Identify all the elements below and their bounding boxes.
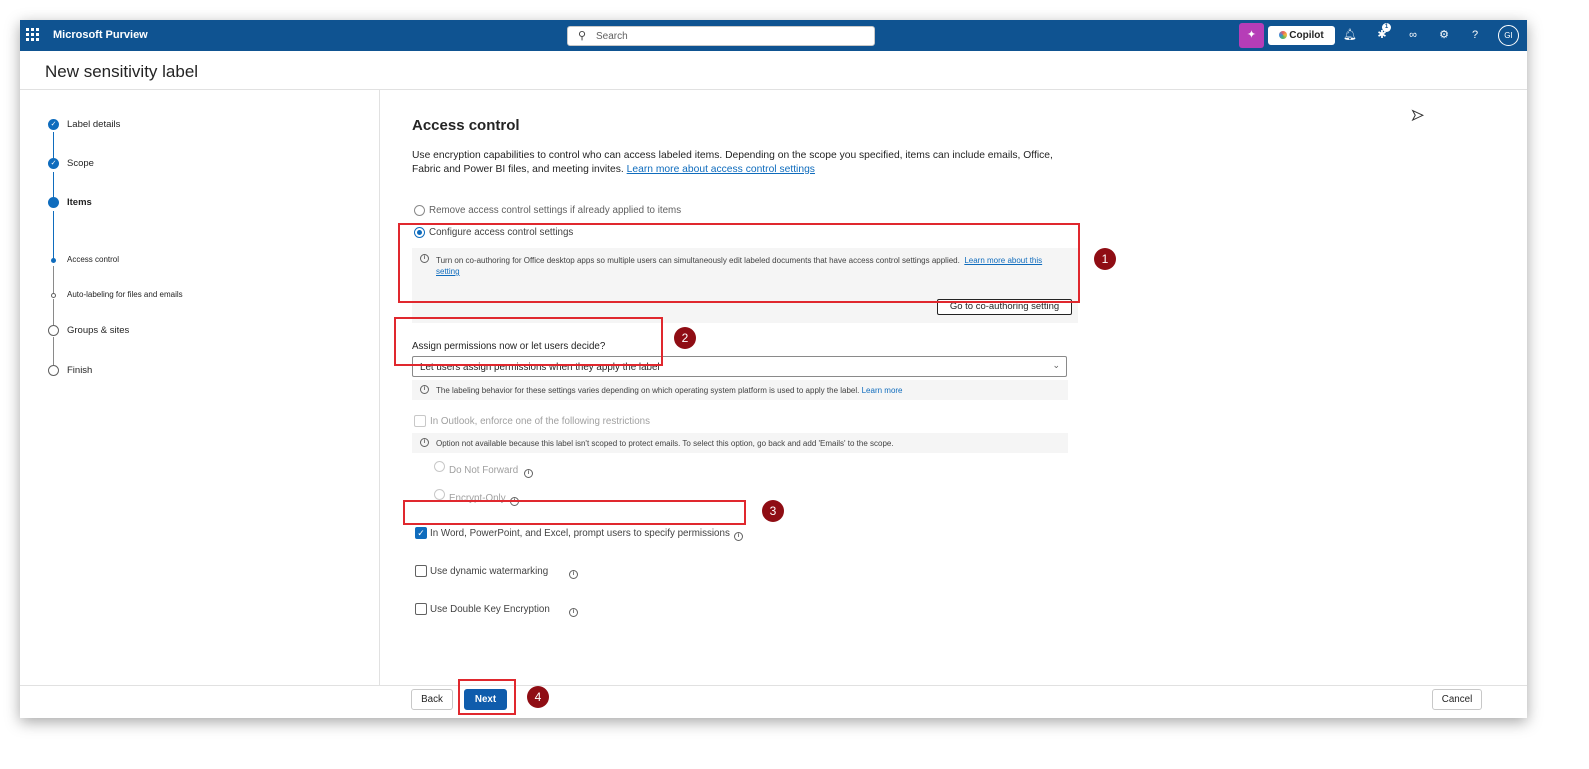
pending-step-dot [48,365,59,376]
security-copilot-icon[interactable]: ✦ [1239,23,1264,48]
step-label: Groups & sites [67,325,130,336]
pending-step-dot [48,325,59,336]
step-connector [53,132,54,160]
prompt-users-label: In Word, PowerPoint, and Excel, prompt u… [430,528,730,539]
dynamic-watermarking-label: Use dynamic watermarking [430,566,549,577]
step-connector [53,266,54,295]
step-label: Access control [67,255,120,264]
current-step-dot [48,197,59,208]
checkmark-icon: ✓ [48,158,59,169]
highlight-box-4 [458,679,516,715]
learn-more-platform-link[interactable]: Learn more [862,386,903,395]
outlook-info-text: Option not available because this label … [436,439,894,448]
announcements-icon[interactable]: ✱ 1 [1374,23,1391,43]
app-window: Microsoft Purview ⚲ Search ✦ Copilot 🔔︎ … [20,20,1527,718]
highlight-box-3 [403,500,746,525]
prompt-users-checkbox[interactable]: ✓ [415,527,427,539]
info-icon[interactable]: i [569,604,578,622]
back-button[interactable]: Back [411,689,453,710]
double-key-encryption-label: Use Double Key Encryption [430,604,550,615]
info-icon: i [420,438,429,448]
step-label: Finish [67,365,93,376]
app-launcher-icon[interactable] [26,28,39,41]
current-substep-dot [51,258,56,263]
search-input[interactable]: ⚲ Search [567,26,875,46]
cancel-button[interactable]: Cancel [1432,689,1482,710]
bell-icon[interactable]: 🔔︎ [1342,27,1358,43]
info-icon[interactable]: i [734,528,743,546]
search-placeholder: Search [596,31,628,42]
checkmark-icon: ✓ [48,119,59,130]
info-icon[interactable]: i [524,465,533,483]
step-connector [53,172,54,199]
encrypt-only-radio[interactable] [434,489,445,500]
intro-text: Use encryption capabilities to control w… [412,149,1072,176]
highlight-box-2 [394,317,663,366]
double-key-encryption-checkbox[interactable] [415,603,427,615]
outlook-restrictions-checkbox[interactable] [414,415,426,427]
do-not-forward-radio[interactable] [434,461,445,472]
copilot-button[interactable]: Copilot [1268,26,1335,45]
outlook-restrictions-label: In Outlook, enforce one of the following… [430,416,651,427]
info-icon[interactable]: i [569,566,578,584]
chevron-down-icon: ⌄ [1052,360,1060,370]
notification-count-badge: 1 [1382,23,1391,32]
step-label: Label details [67,119,121,130]
mouse-cursor-icon: ➤ [1411,107,1425,125]
platform-info-box: i The labeling behavior for these settin… [412,380,1068,400]
do-not-forward-label: Do Not Forward [449,465,519,476]
copilot-logo-icon [1279,31,1288,39]
remove-settings-radio[interactable] [414,205,425,216]
pending-substep-dot [51,293,56,298]
dynamic-watermarking-checkbox[interactable] [415,565,427,577]
access-control-panel: Access control Use encryption capabiliti… [412,90,1512,685]
footer-divider [20,685,1527,686]
copilot-label: Copilot [1289,30,1324,41]
app-title[interactable]: Microsoft Purview [53,29,148,41]
help-icon[interactable]: ? [1467,27,1483,43]
section-title: Access control [412,117,520,134]
top-bar: Microsoft Purview ⚲ Search ✦ Copilot 🔔︎ … [20,20,1527,51]
wizard-stepper: ✓ Label details ✓ Scope Items Access con… [20,90,380,685]
step-badge-3: 3 [762,500,784,522]
learn-more-access-control-link[interactable]: Learn more about access control settings [627,164,815,175]
outlook-info-box: i Option not available because this labe… [412,433,1068,453]
step-label: Items [67,197,92,208]
page-title: New sensitivity label [45,62,199,81]
platform-description: The labeling behavior for these settings… [436,386,860,395]
step-label: Scope [67,158,94,169]
avatar[interactable]: GI [1498,25,1519,46]
step-badge-2: 2 [674,327,696,349]
search-icon: ⚲ [578,30,587,42]
step-label: Auto-labeling for files and emails [67,290,183,299]
connections-icon[interactable]: ∞ [1405,27,1421,43]
step-badge-4: 4 [527,686,549,708]
info-icon: i [420,385,429,395]
remove-settings-label: Remove access control settings if alread… [429,205,682,216]
step-connector [53,211,54,261]
step-badge-1: 1 [1094,248,1116,270]
gear-icon[interactable]: ⚙ [1436,27,1452,43]
highlight-box-1 [398,223,1080,303]
platform-info-text: The labeling behavior for these settings… [436,386,903,395]
